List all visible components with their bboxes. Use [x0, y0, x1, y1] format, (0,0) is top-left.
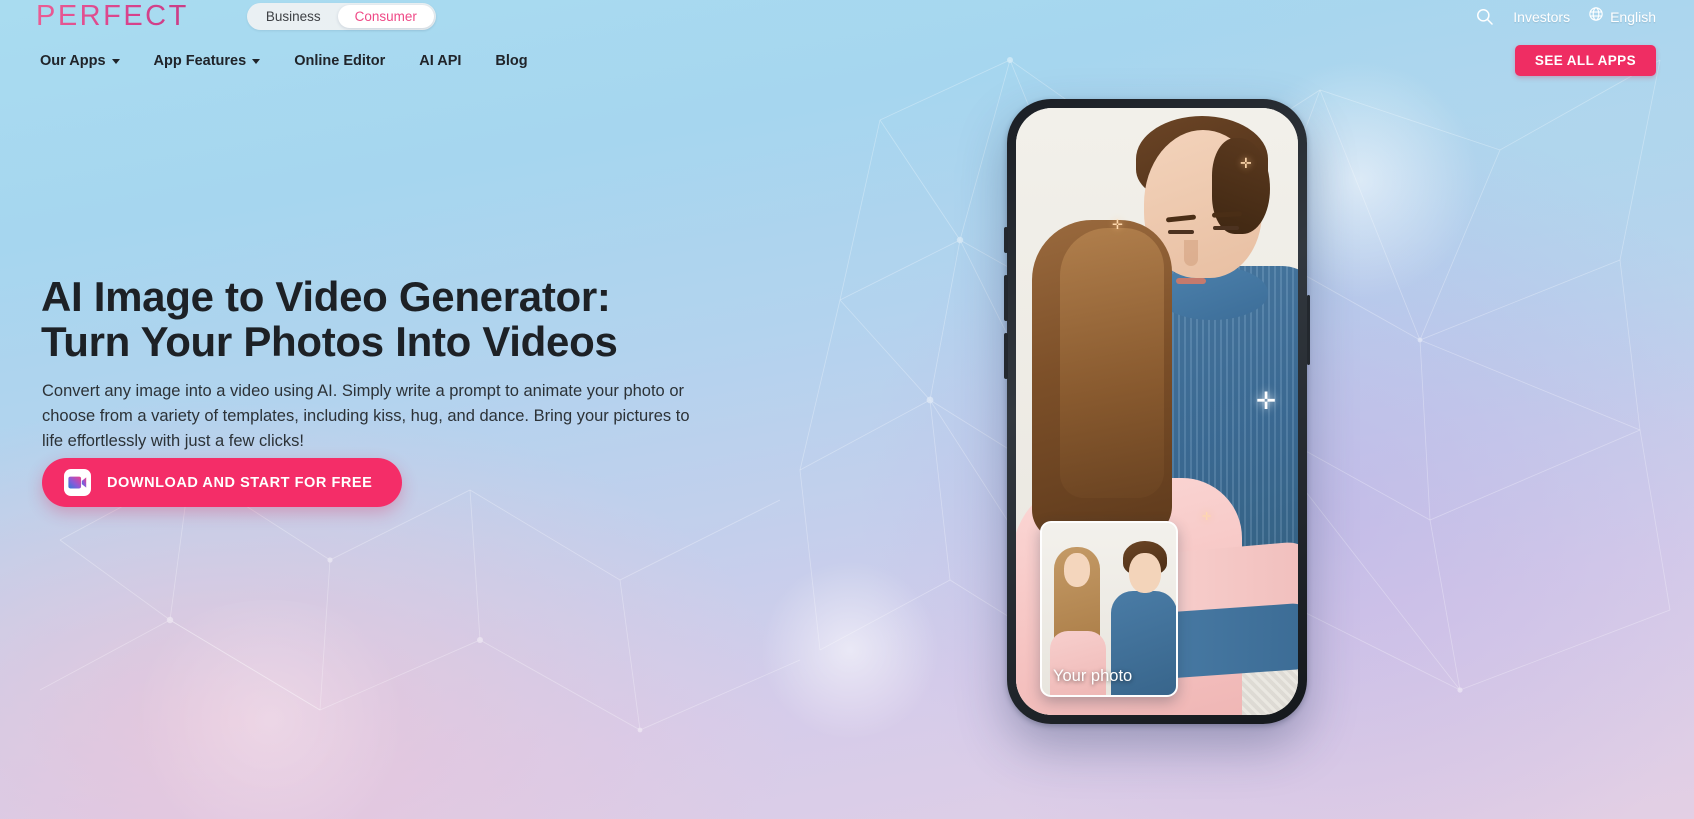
phone-volume-up-button [1004, 275, 1008, 321]
audience-toggle[interactable]: Business Consumer [246, 3, 436, 30]
download-cta-label: DOWNLOAD AND START FOR FREE [107, 474, 373, 491]
language-label: English [1610, 8, 1656, 25]
source-photo-label: Your photo [1053, 667, 1133, 685]
sparkle-icon: ✛ [1112, 217, 1123, 232]
nav-item-blog[interactable]: Blog [495, 53, 527, 69]
background-glow [760, 560, 940, 740]
nav-item-app-features[interactable]: App Features [154, 53, 261, 69]
header-top-row: PERFECT Business Consumer Investors Engl… [0, 0, 1694, 33]
page-title: AI Image to Video Generator: Turn Your P… [41, 273, 618, 366]
page-root: PERFECT Business Consumer Investors Engl… [0, 0, 1694, 819]
phone-volume-down-button [1004, 333, 1008, 379]
investors-link[interactable]: Investors [1513, 9, 1570, 25]
globe-icon [1588, 6, 1604, 27]
phone-screen: ✛ ✛ ✛ ✛ Your photo [1016, 108, 1298, 715]
nav-item-label: Our Apps [40, 52, 106, 69]
site-header: PERFECT Business Consumer Investors Engl… [0, 0, 1694, 88]
sparkle-icon: ✛ [1256, 388, 1277, 415]
main-navigation: Our Apps App Features Online Editor AI A… [0, 33, 1694, 88]
download-cta-button[interactable]: DOWNLOAD AND START FOR FREE [42, 458, 403, 507]
source-photo-thumbnail[interactable]: Your photo [1040, 521, 1178, 697]
hero-subtitle: Convert any image into a video using AI.… [42, 382, 690, 451]
phone-power-button [1306, 295, 1310, 365]
see-all-apps-button[interactable]: SEE ALL APPS [1514, 45, 1656, 76]
chevron-down-icon [252, 59, 261, 64]
language-selector[interactable]: English [1588, 6, 1656, 27]
phone-mockup: ✛ ✛ ✛ ✛ Your photo [1004, 99, 1310, 724]
video-app-icon [64, 469, 91, 496]
nav-item-online-editor[interactable]: Online Editor [294, 53, 385, 69]
nav-links: Our Apps App Features Online Editor AI A… [40, 53, 528, 69]
background-glow [120, 600, 420, 819]
phone-frame: ✛ ✛ ✛ ✛ Your photo [1004, 99, 1310, 724]
phone-mute-switch [1004, 227, 1008, 253]
audience-toggle-business[interactable]: Business [249, 5, 338, 28]
search-icon[interactable] [1473, 6, 1495, 28]
sparkle-icon: ✛ [1240, 155, 1252, 171]
audience-toggle-consumer[interactable]: Consumer [337, 5, 434, 28]
nav-item-our-apps[interactable]: Our Apps [40, 53, 120, 69]
nav-item-ai-api[interactable]: AI API [419, 53, 461, 69]
brand-logo[interactable]: PERFECT [36, 2, 189, 31]
nav-item-label: App Features [153, 52, 247, 69]
chevron-down-icon [111, 59, 120, 64]
sparkle-icon: ✛ [1202, 511, 1212, 523]
header-utility-nav: Investors English [1473, 6, 1656, 28]
